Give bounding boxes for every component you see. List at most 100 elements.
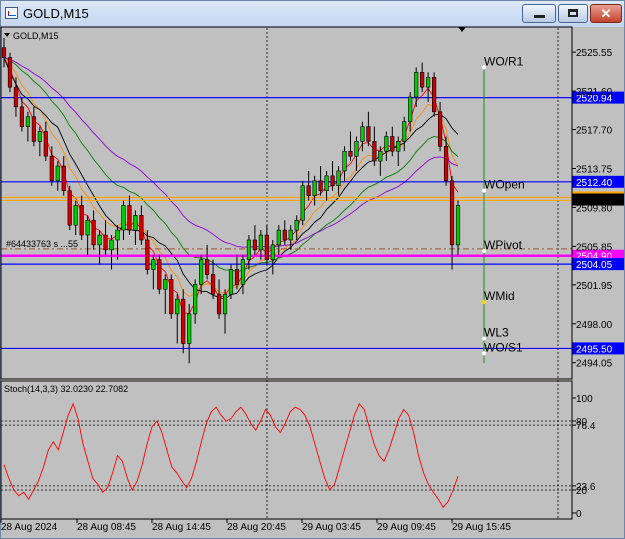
- candle-body: [420, 72, 425, 88]
- candle-body: [306, 185, 311, 196]
- candle-body: [366, 126, 371, 142]
- candle-body: [1, 47, 7, 58]
- candle-body: [396, 141, 401, 152]
- candle-body: [163, 279, 168, 290]
- price-tick-label: 2501.95: [576, 281, 613, 292]
- candle-body: [133, 215, 138, 231]
- candle-body: [408, 96, 413, 122]
- indicator-chart-background: [1, 382, 572, 519]
- candle-body: [25, 116, 30, 127]
- candle-body: [181, 298, 186, 344]
- candle-body: [294, 219, 299, 231]
- candle-body: [426, 76, 431, 88]
- pivot-label: WO/R1: [484, 54, 524, 68]
- candle-body: [205, 259, 210, 275]
- pivot-label: WOpen: [484, 178, 525, 192]
- price-tag-label: 2504.05: [576, 260, 613, 271]
- price-tick-label: 2505.85: [576, 242, 613, 253]
- candle-body: [37, 131, 42, 142]
- pivot-label: WL3: [484, 326, 509, 340]
- candle-body: [85, 219, 90, 236]
- candle-body: [43, 131, 48, 157]
- candle-body: [402, 121, 407, 142]
- candle-body: [222, 293, 228, 315]
- candle-body: [145, 239, 150, 270]
- price-tick-label: 2521.60: [576, 87, 613, 98]
- candle-body: [455, 205, 461, 246]
- candle-body: [276, 229, 281, 246]
- pivot-label: WPivot: [484, 238, 523, 252]
- candle-body: [300, 185, 305, 221]
- candle-body: [91, 219, 96, 246]
- candle-body: [443, 146, 449, 182]
- candle-body: [432, 76, 437, 113]
- time-tick-label: 28 Aug 2024: [1, 522, 58, 533]
- candle-body: [264, 234, 269, 260]
- candle-body: [252, 239, 257, 251]
- stoch-label: Stoch(14,3,3) 32.0230 22.7082: [4, 384, 128, 394]
- candle-body: [199, 259, 204, 285]
- candle-body: [324, 175, 329, 191]
- candle-body: [318, 180, 323, 191]
- time-tick-label: 29 Aug 09:45: [377, 522, 436, 533]
- candle-body: [449, 180, 455, 246]
- candle-body: [414, 72, 419, 98]
- candle-body: [390, 136, 395, 152]
- price-tag-label: 2512.40: [576, 178, 613, 189]
- candle-body: [288, 229, 293, 241]
- candle-body: [151, 259, 156, 270]
- candle-body: [49, 155, 54, 182]
- time-tick-label: 28 Aug 20:45: [227, 522, 286, 533]
- candle-body: [31, 116, 36, 142]
- candle-body: [55, 165, 60, 182]
- stoch-level-label: 76.4: [576, 421, 596, 432]
- candle-body: [384, 136, 389, 152]
- candle-body: [270, 244, 275, 260]
- time-tick-label: 28 Aug 08:45: [77, 522, 136, 533]
- price-tick-label: 2517.70: [576, 126, 613, 137]
- candle-body: [437, 111, 443, 147]
- price-tick-label: 2498.00: [576, 320, 613, 331]
- chart-symbol-label: GOLD,M15: [13, 31, 59, 41]
- price-tick-label: 2513.75: [576, 164, 613, 175]
- order-level-label: #64433763 s ...55: [6, 239, 78, 249]
- candle-body: [67, 190, 72, 226]
- candle-body: [103, 234, 108, 251]
- candle-body: [13, 86, 19, 108]
- candle-body: [109, 239, 114, 251]
- stoch-tick-label: 0: [576, 509, 582, 520]
- stoch-level-label: 20: [576, 486, 588, 497]
- candle-body: [121, 205, 126, 231]
- price-tick-label: 2494.05: [576, 359, 613, 370]
- candle-body: [228, 269, 234, 295]
- candle-body: [97, 234, 102, 246]
- candle-body: [282, 229, 287, 241]
- candle-body: [61, 165, 66, 191]
- candle-body: [157, 259, 162, 290]
- price-tag-label: 2495.50: [576, 344, 613, 355]
- time-tick-label: 28 Aug 14:45: [152, 522, 211, 533]
- candle-body: [193, 284, 198, 315]
- candle-body: [312, 180, 317, 196]
- pivot-label: WO/S1: [484, 340, 523, 354]
- price-tick-label: 2509.80: [576, 203, 613, 214]
- candle-body: [354, 141, 359, 157]
- candle-body: [258, 234, 263, 251]
- candle-body: [216, 293, 222, 315]
- candle-body: [210, 274, 216, 295]
- candle-body: [360, 126, 365, 142]
- candle-body: [234, 269, 240, 285]
- candle-body: [7, 57, 13, 88]
- candle-body: [79, 205, 84, 236]
- price-tick-label: 2525.55: [576, 48, 613, 59]
- candle-body: [330, 175, 335, 187]
- candle-body: [378, 150, 383, 162]
- candle-body: [19, 106, 25, 127]
- candle-body: [246, 239, 252, 260]
- candle-body: [348, 150, 353, 157]
- candle-body: [372, 141, 377, 162]
- candle-body: [127, 205, 132, 231]
- candle-body: [169, 279, 174, 315]
- candle-body: [240, 259, 246, 285]
- price-chart[interactable]: #64433763 s ...552520.942512.402510.8125…: [0, 0, 625, 539]
